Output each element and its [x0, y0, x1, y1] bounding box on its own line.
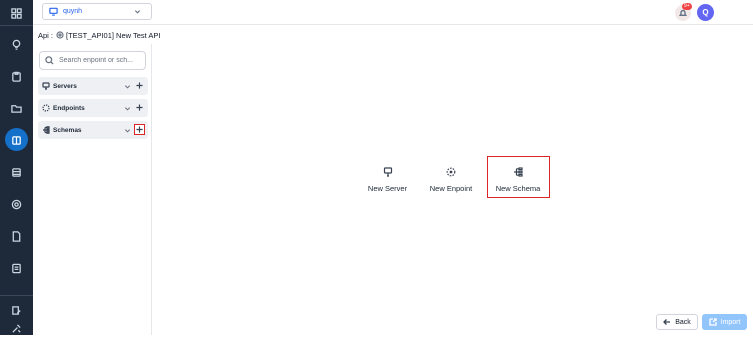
avatar[interactable]: Q: [697, 4, 714, 21]
api-settings-icon: [56, 31, 64, 39]
chevron-down-icon: [134, 10, 141, 14]
section-label: Servers: [53, 82, 77, 90]
apps-grid-icon[interactable]: [0, 1, 33, 25]
new-endpoint-button[interactable]: New Enpoint: [427, 167, 475, 193]
top-bar: quynh: [33, 0, 753, 25]
endpoint-icon: [446, 167, 456, 177]
plus-icon: [136, 104, 143, 111]
bulb-icon[interactable]: [0, 32, 33, 56]
schema-icon: [43, 126, 50, 134]
list-icon[interactable]: [0, 256, 33, 280]
new-server-label: New Server: [367, 184, 408, 193]
plus-icon: [136, 126, 143, 133]
new-server-button[interactable]: New Server: [366, 167, 409, 193]
import-icon: [708, 318, 717, 326]
arrow-left-icon: [663, 319, 671, 325]
project-name: quynh: [63, 8, 83, 15]
breadcrumb: Api : [TEST_API01] New Test API: [38, 29, 161, 41]
nav-rail: [0, 0, 33, 335]
highlight-box: [487, 156, 550, 198]
section-label: Schemas: [53, 126, 82, 134]
section-label: Endpoints: [53, 104, 85, 112]
chevron-down-icon[interactable]: [124, 105, 131, 112]
chevron-down-icon[interactable]: [124, 127, 131, 134]
search-box: [39, 51, 147, 70]
monitor-icon: [49, 7, 58, 16]
target-icon[interactable]: [0, 192, 33, 216]
endpoint-icon: [42, 104, 50, 112]
document-icon[interactable]: [0, 224, 33, 248]
clipboard-icon[interactable]: [0, 64, 33, 88]
tools-icon[interactable]: [0, 316, 33, 340]
breadcrumb-title: [TEST_API01] New Test API: [66, 30, 161, 40]
add-endpoint-button[interactable]: [134, 102, 145, 113]
import-button[interactable]: Import: [702, 314, 747, 330]
api-tree-panel: Servers Endpoints Schemas: [33, 44, 152, 335]
new-endpoint-label: New Enpoint: [429, 184, 473, 193]
breadcrumb-prefix: Api :: [38, 30, 54, 40]
back-button[interactable]: Back: [656, 314, 698, 330]
server-icon: [383, 167, 392, 177]
add-schema-button[interactable]: [134, 124, 145, 135]
section-servers[interactable]: Servers: [38, 77, 148, 95]
folder-icon[interactable]: [0, 96, 33, 120]
import-label: Import: [720, 318, 741, 326]
section-endpoints[interactable]: Endpoints: [38, 99, 148, 117]
notification-badge: 9+: [682, 3, 692, 10]
plus-icon: [136, 82, 143, 89]
search-icon: [45, 56, 54, 65]
search-input[interactable]: [59, 57, 147, 64]
back-label: Back: [675, 318, 691, 326]
chevron-down-icon[interactable]: [124, 83, 131, 90]
database-icon[interactable]: [0, 160, 33, 184]
add-server-button[interactable]: [134, 80, 145, 91]
api-icon[interactable]: [0, 128, 33, 152]
bell-icon: [679, 9, 687, 16]
section-schemas[interactable]: Schemas: [38, 121, 148, 139]
server-icon: [42, 82, 50, 90]
project-selector[interactable]: quynh: [42, 3, 152, 20]
